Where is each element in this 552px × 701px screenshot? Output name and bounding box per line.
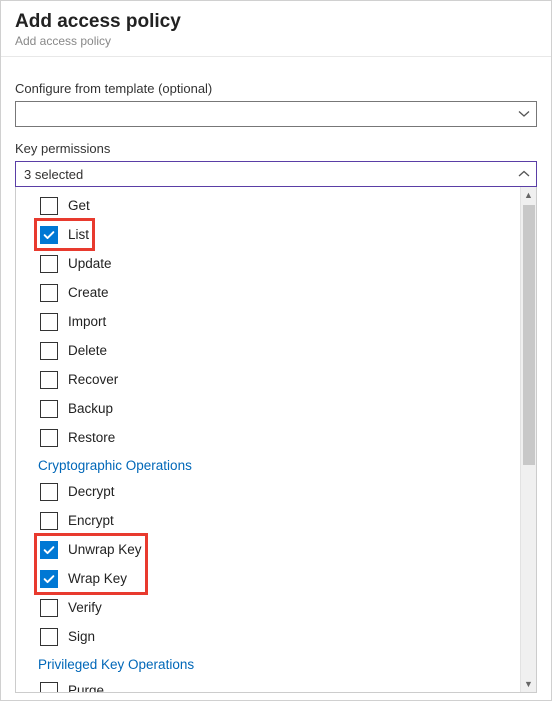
checkbox-create[interactable]: [40, 284, 58, 302]
template-select[interactable]: [15, 101, 537, 127]
checkbox-decrypt[interactable]: [40, 483, 58, 501]
option-label: Create: [68, 285, 109, 300]
option-decrypt[interactable]: Decrypt: [16, 477, 520, 506]
scroll-down-icon[interactable]: ▼: [521, 676, 536, 692]
option-label: Encrypt: [68, 513, 114, 528]
section-title-priv: Privileged Key Operations: [16, 651, 520, 676]
option-unwrapkey[interactable]: Unwrap Key: [16, 535, 520, 564]
page-title: Add access policy: [15, 11, 537, 33]
option-sign[interactable]: Sign: [16, 622, 520, 651]
option-label: Import: [68, 314, 106, 329]
option-recover[interactable]: Recover: [16, 365, 520, 394]
scroll-thumb[interactable]: [523, 205, 535, 465]
key-permissions-dropdown: Get List Update Create Import Delete Recover Ba…: [15, 187, 537, 693]
option-update[interactable]: Update: [16, 249, 520, 278]
page-header: Add access policy Add access policy: [1, 1, 551, 57]
option-label: List: [68, 227, 89, 242]
option-label: Wrap Key: [68, 571, 127, 586]
option-import[interactable]: Import: [16, 307, 520, 336]
option-label: Update: [68, 256, 112, 271]
checkbox-restore[interactable]: [40, 429, 58, 447]
template-label: Configure from template (optional): [15, 81, 537, 96]
key-permissions-summary: 3 selected: [24, 167, 83, 182]
key-permissions-select[interactable]: 3 selected: [15, 161, 537, 187]
page-subtitle: Add access policy: [15, 34, 537, 48]
checkbox-import[interactable]: [40, 313, 58, 331]
option-restore[interactable]: Restore: [16, 423, 520, 452]
option-get[interactable]: Get: [16, 191, 520, 220]
option-label: Get: [68, 198, 90, 213]
option-label: Recover: [68, 372, 118, 387]
scroll-up-icon[interactable]: ▲: [521, 187, 536, 203]
option-label: Purge: [68, 683, 104, 692]
option-label: Unwrap Key: [68, 542, 142, 557]
option-verify[interactable]: Verify: [16, 593, 520, 622]
checkbox-sign[interactable]: [40, 628, 58, 646]
checkbox-delete[interactable]: [40, 342, 58, 360]
checkbox-purge[interactable]: [40, 682, 58, 693]
checkbox-wrapkey[interactable]: [40, 570, 58, 588]
checkbox-recover[interactable]: [40, 371, 58, 389]
option-encrypt[interactable]: Encrypt: [16, 506, 520, 535]
option-label: Delete: [68, 343, 107, 358]
option-label: Sign: [68, 629, 95, 644]
option-purge[interactable]: Purge: [16, 676, 520, 692]
checkbox-verify[interactable]: [40, 599, 58, 617]
options-list: Get List Update Create Import Delete Recover Ba…: [16, 187, 520, 692]
chevron-up-icon: [518, 168, 530, 180]
chevron-down-icon: [518, 108, 530, 120]
checkbox-update[interactable]: [40, 255, 58, 273]
option-label: Verify: [68, 600, 102, 615]
checkbox-encrypt[interactable]: [40, 512, 58, 530]
option-label: Backup: [68, 401, 113, 416]
section-title-crypto: Cryptographic Operations: [16, 452, 520, 477]
checkbox-unwrapkey[interactable]: [40, 541, 58, 559]
key-permissions-label: Key permissions: [15, 141, 537, 156]
option-wrapkey[interactable]: Wrap Key: [16, 564, 520, 593]
option-label: Restore: [68, 430, 115, 445]
option-label: Decrypt: [68, 484, 115, 499]
option-create[interactable]: Create: [16, 278, 520, 307]
checkbox-list[interactable]: [40, 226, 58, 244]
checkbox-backup[interactable]: [40, 400, 58, 418]
option-list[interactable]: List: [16, 220, 520, 249]
option-delete[interactable]: Delete: [16, 336, 520, 365]
option-backup[interactable]: Backup: [16, 394, 520, 423]
checkbox-get[interactable]: [40, 197, 58, 215]
scrollbar[interactable]: ▲ ▼: [520, 187, 536, 692]
